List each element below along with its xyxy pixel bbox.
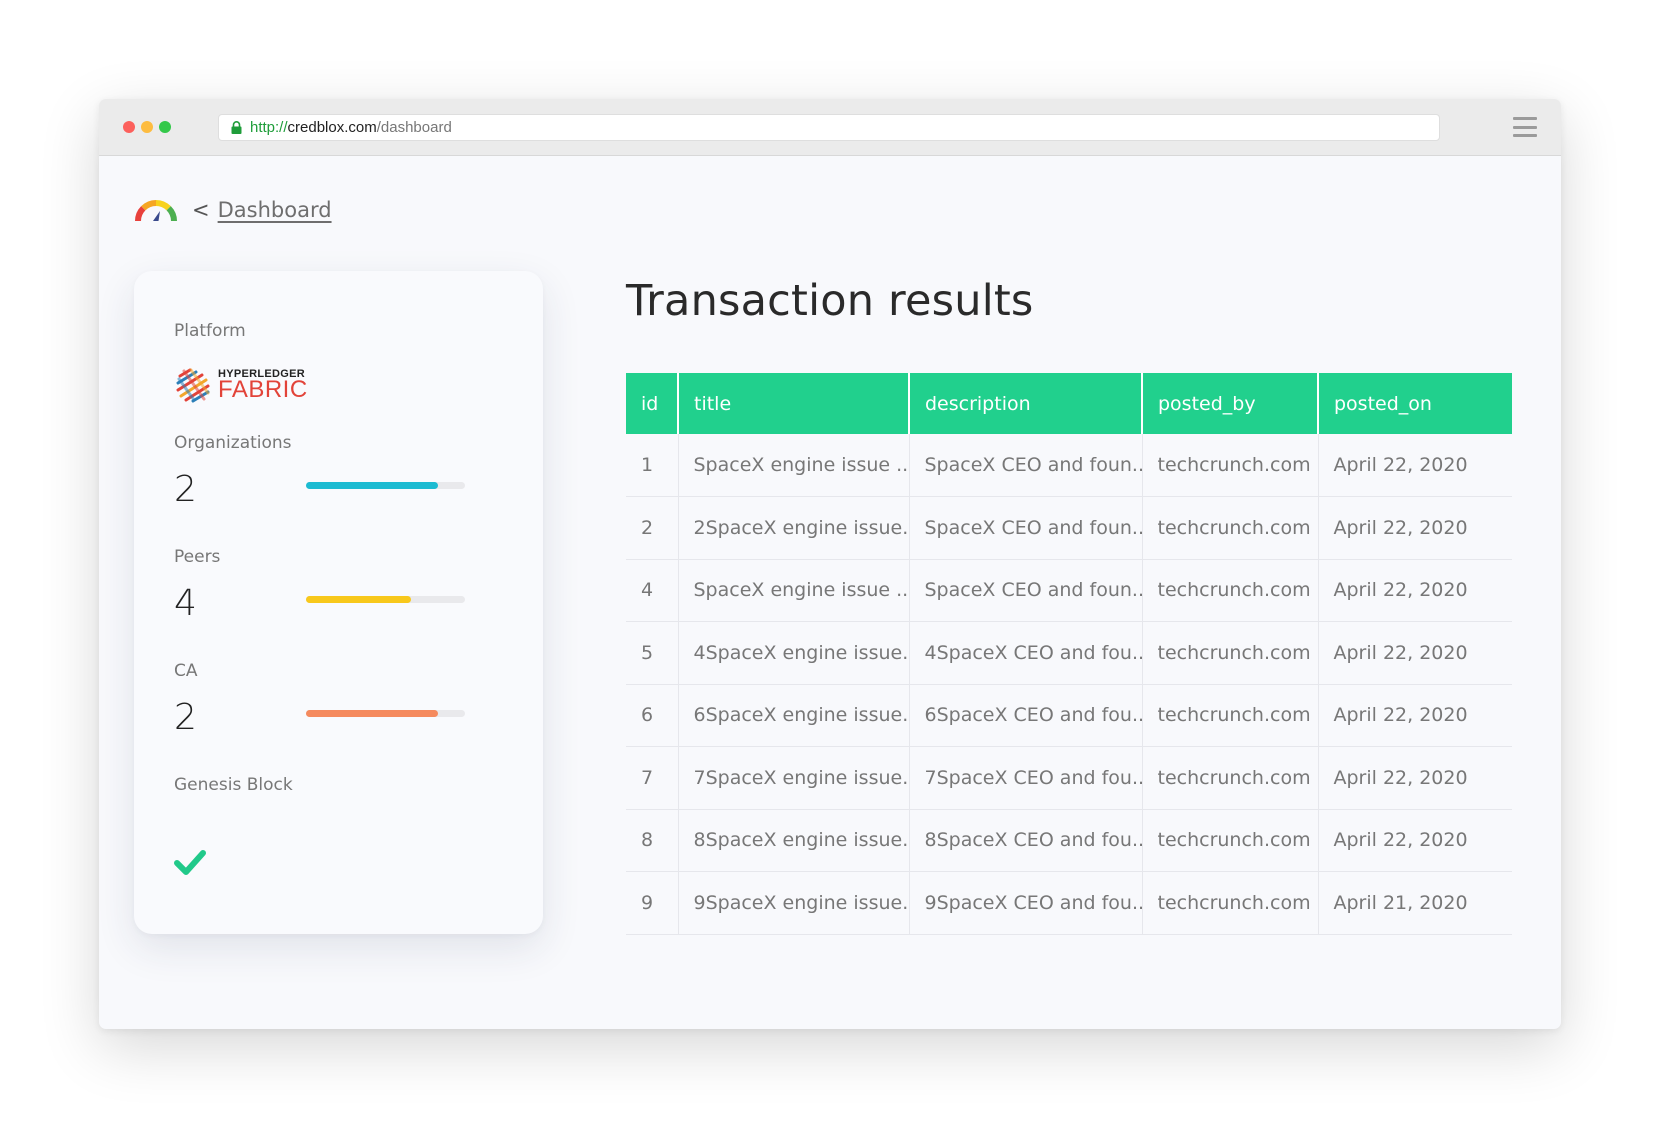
url-host: credblox.com bbox=[287, 119, 377, 136]
posted-on-cell: April 22, 2020 bbox=[1318, 621, 1512, 685]
organizations-label: Organizations bbox=[174, 433, 292, 453]
fabric-logo-icon bbox=[176, 368, 210, 403]
title-cell: SpaceX engine issue ... bbox=[678, 434, 910, 497]
column-header-description[interactable]: description bbox=[909, 373, 1143, 434]
posted-by-cell: techcrunch.com bbox=[1142, 434, 1319, 497]
description-cell: 7SpaceX CEO and fou... bbox=[909, 746, 1143, 810]
posted-by-cell: techcrunch.com bbox=[1142, 496, 1319, 560]
posted-on-cell: April 22, 2020 bbox=[1318, 496, 1512, 560]
posted-by-cell: techcrunch.com bbox=[1142, 746, 1319, 810]
peers-value: 4 bbox=[174, 583, 197, 624]
maximize-window-button[interactable] bbox=[159, 121, 171, 133]
title-cell: 8SpaceX engine issue... bbox=[678, 809, 910, 872]
ca-progress-bar bbox=[306, 710, 465, 717]
browser-window: http://credblox.com/dashboard < Dashboar… bbox=[99, 99, 1561, 1029]
description-cell: SpaceX CEO and foun... bbox=[909, 496, 1143, 560]
posted-by-cell: techcrunch.com bbox=[1142, 621, 1319, 685]
table-row[interactable]: 5 4SpaceX engine issue... 4SpaceX CEO and … bbox=[626, 621, 1512, 685]
description-cell: 9SpaceX CEO and fou... bbox=[909, 871, 1143, 935]
id-cell: 9 bbox=[626, 871, 679, 935]
table-header-row: id title description posted_by posted_on bbox=[626, 373, 1512, 434]
posted-on-cell: April 22, 2020 bbox=[1318, 809, 1512, 872]
peers-label: Peers bbox=[174, 547, 221, 567]
table-row[interactable]: 9 9SpaceX engine issue... 9SpaceX CEO and … bbox=[626, 871, 1512, 935]
table-row[interactable]: 6 6SpaceX engine issue... 6SpaceX CEO and … bbox=[626, 684, 1512, 747]
table-row[interactable]: 8 8SpaceX engine issue... 8SpaceX CEO and … bbox=[626, 809, 1512, 872]
transaction-results-table: id title description posted_by posted_on… bbox=[626, 373, 1512, 935]
ca-progress-fill bbox=[306, 710, 438, 717]
ca-label: CA bbox=[174, 661, 198, 681]
back-chevron[interactable]: < bbox=[192, 198, 210, 222]
posted-by-cell: techcrunch.com bbox=[1142, 809, 1319, 872]
title-cell: 9SpaceX engine issue... bbox=[678, 871, 910, 935]
peers-progress-fill bbox=[306, 596, 411, 603]
genesis-block-label: Genesis Block bbox=[174, 775, 293, 795]
title-cell: 2SpaceX engine issue... bbox=[678, 496, 910, 560]
column-header-id[interactable]: id bbox=[626, 373, 679, 434]
url-scheme: http:// bbox=[250, 119, 288, 136]
table-row[interactable]: 2 2SpaceX engine issue... SpaceX CEO and f… bbox=[626, 496, 1512, 560]
table-row[interactable]: 1 SpaceX engine issue ... SpaceX CEO and f… bbox=[626, 434, 1512, 497]
ca-value: 2 bbox=[174, 697, 197, 738]
organizations-progress-fill bbox=[306, 482, 438, 489]
posted-by-cell: techcrunch.com bbox=[1142, 871, 1319, 935]
column-header-title[interactable]: title bbox=[678, 373, 910, 434]
id-cell: 7 bbox=[626, 746, 679, 810]
hamburger-menu-icon[interactable] bbox=[1513, 117, 1537, 137]
page-content: < Dashboard Platform HYPERLEDGER FABRIC … bbox=[99, 156, 1561, 1029]
posted-by-cell: techcrunch.com bbox=[1142, 559, 1319, 622]
posted-on-cell: April 22, 2020 bbox=[1318, 746, 1512, 810]
organizations-progress-bar bbox=[306, 482, 465, 489]
id-cell: 2 bbox=[626, 496, 679, 560]
column-header-posted-on[interactable]: posted_on bbox=[1318, 373, 1512, 434]
platform-card: Platform HYPERLEDGER FABRIC Organization… bbox=[134, 271, 543, 934]
logo-fabric-text: FABRIC bbox=[218, 376, 308, 403]
title-cell: 4SpaceX engine issue... bbox=[678, 621, 910, 685]
gauge-logo-icon bbox=[135, 200, 177, 222]
table-body: 1 SpaceX engine issue ... SpaceX CEO and f… bbox=[626, 434, 1512, 935]
check-icon bbox=[174, 850, 206, 875]
id-cell: 8 bbox=[626, 809, 679, 872]
page-title: Transaction results bbox=[626, 276, 1034, 326]
description-cell: 6SpaceX CEO and fou... bbox=[909, 684, 1143, 747]
id-cell: 4 bbox=[626, 559, 679, 622]
title-cell: 6SpaceX engine issue... bbox=[678, 684, 910, 747]
posted-on-cell: April 22, 2020 bbox=[1318, 559, 1512, 622]
id-cell: 6 bbox=[626, 684, 679, 747]
organizations-value: 2 bbox=[174, 469, 197, 510]
peers-progress-bar bbox=[306, 596, 465, 603]
id-cell: 1 bbox=[626, 434, 679, 497]
description-cell: 8SpaceX CEO and fou... bbox=[909, 809, 1143, 872]
lock-icon bbox=[231, 121, 242, 134]
posted-on-cell: April 21, 2020 bbox=[1318, 871, 1512, 935]
address-bar[interactable]: http://credblox.com/dashboard bbox=[218, 114, 1440, 141]
url-path: /dashboard bbox=[376, 119, 452, 136]
hyperledger-fabric-logo: HYPERLEDGER FABRIC bbox=[174, 366, 308, 404]
description-cell: 4SpaceX CEO and fou... bbox=[909, 621, 1143, 685]
table-row[interactable]: 4 SpaceX engine issue ... SpaceX CEO and f… bbox=[626, 559, 1512, 622]
title-cell: SpaceX engine issue ... bbox=[678, 559, 910, 622]
dashboard-link[interactable]: Dashboard bbox=[218, 198, 332, 222]
description-cell: SpaceX CEO and foun... bbox=[909, 559, 1143, 622]
breadcrumb: < Dashboard bbox=[134, 197, 332, 223]
posted-on-cell: April 22, 2020 bbox=[1318, 434, 1512, 497]
browser-toolbar: http://credblox.com/dashboard bbox=[99, 99, 1561, 156]
posted-on-cell: April 22, 2020 bbox=[1318, 684, 1512, 747]
id-cell: 5 bbox=[626, 621, 679, 685]
posted-by-cell: techcrunch.com bbox=[1142, 684, 1319, 747]
minimize-window-button[interactable] bbox=[141, 121, 153, 133]
close-window-button[interactable] bbox=[123, 121, 135, 133]
table-row[interactable]: 7 7SpaceX engine issue... 7SpaceX CEO and … bbox=[626, 746, 1512, 810]
column-header-posted-by[interactable]: posted_by bbox=[1142, 373, 1319, 434]
description-cell: SpaceX CEO and foun... bbox=[909, 434, 1143, 497]
title-cell: 7SpaceX engine issue... bbox=[678, 746, 910, 810]
platform-label: Platform bbox=[174, 321, 246, 341]
